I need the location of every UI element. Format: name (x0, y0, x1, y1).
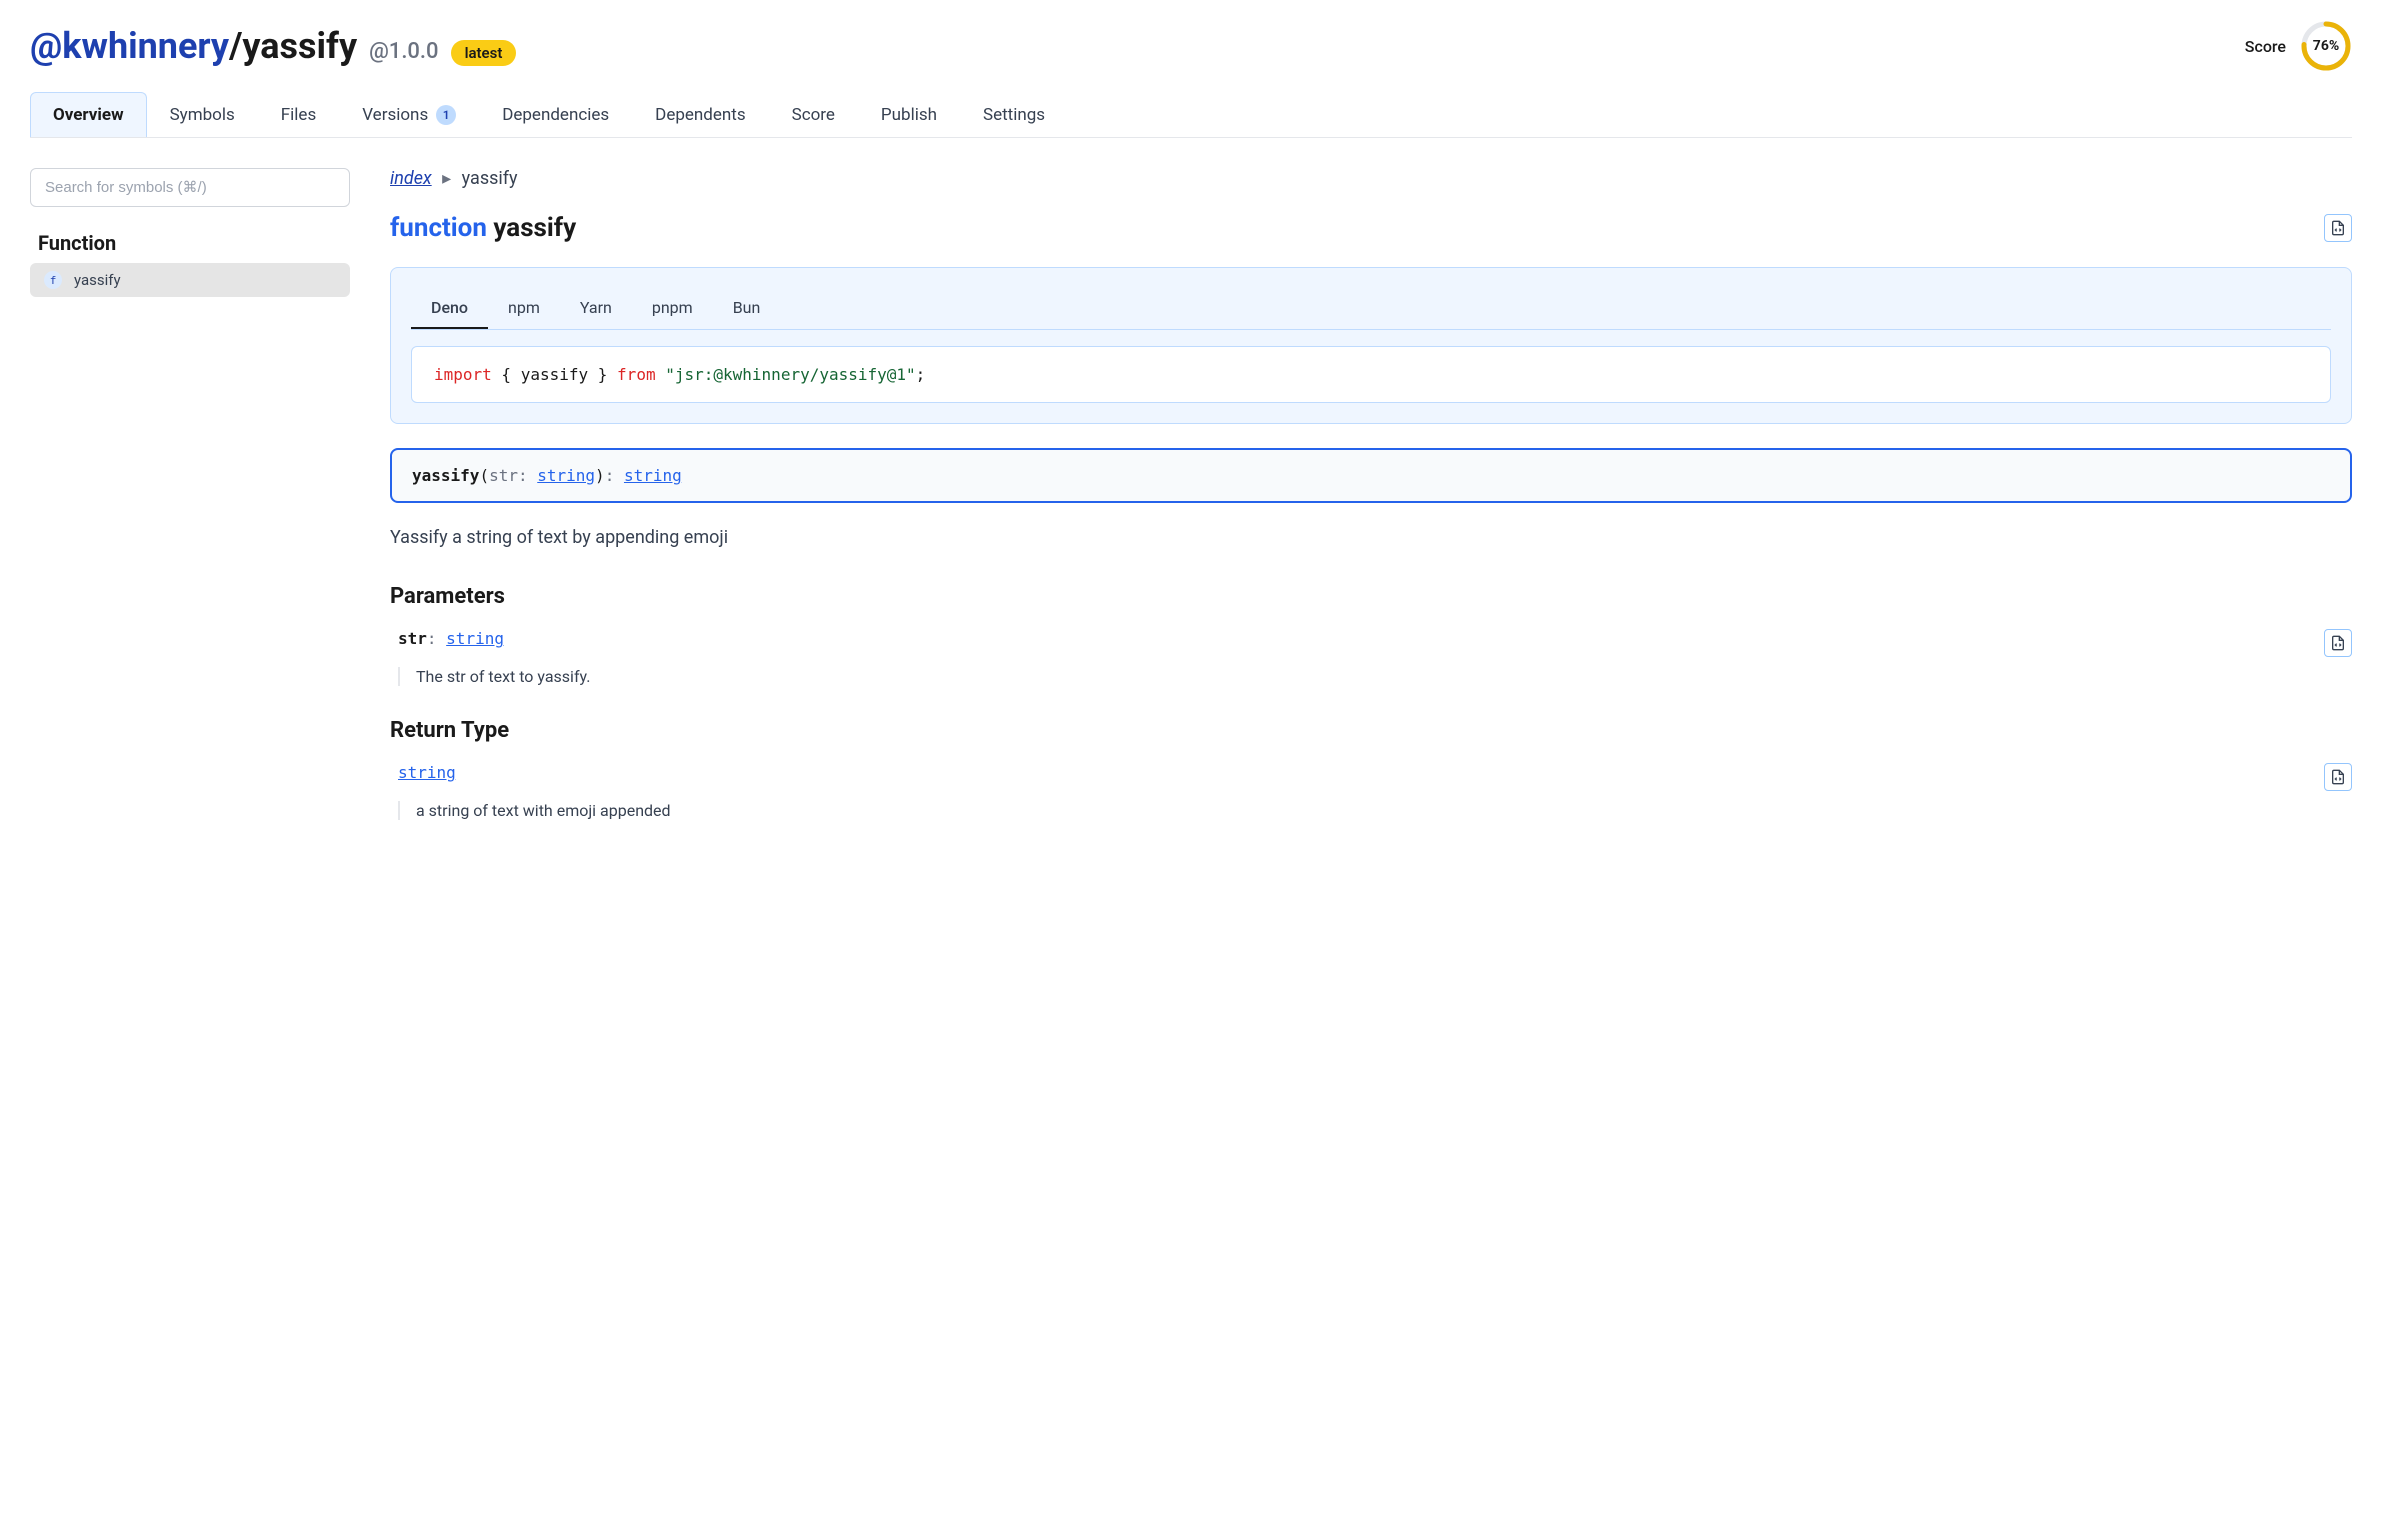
tab-label: Symbols (170, 105, 235, 125)
sidebar-heading-function: Function (30, 231, 350, 255)
return-type-signature: string (390, 763, 456, 782)
return-source-button[interactable] (2324, 763, 2352, 791)
breadcrumb: index ▸ yassify (390, 168, 2352, 189)
tab-label: Score (792, 105, 835, 125)
tab-score[interactable]: Score (769, 92, 858, 137)
param-description: The str of text to yassify. (398, 667, 2352, 686)
return-type-link[interactable]: string (398, 763, 456, 782)
param-type-link[interactable]: string (537, 466, 595, 485)
tab-dependents[interactable]: Dependents (632, 92, 768, 137)
breadcrumb-index-link[interactable]: index (390, 168, 432, 189)
tab-label: Versions (362, 105, 428, 125)
score-container[interactable]: Score 76% (2245, 20, 2352, 72)
import-code-block[interactable]: import { yassify } from "jsr:@kwhinnery/… (411, 346, 2331, 403)
param-name: str (398, 629, 427, 648)
sidebar: Function f yassify (30, 168, 350, 852)
content: index ▸ yassify function yassify (390, 168, 2352, 852)
package-header: @kwhinnery/yassify @1.0.0 latest Score 7… (30, 20, 2352, 72)
scope-link[interactable]: @kwhinnery (30, 25, 229, 67)
tab-overview[interactable]: Overview (30, 92, 147, 137)
keyword-function: function (390, 213, 487, 243)
scope-separator: / (229, 25, 242, 67)
code-tabs: Deno npm Yarn pnpm Bun (411, 288, 2331, 330)
param-signature: str: string (390, 629, 504, 648)
parameters-heading: Parameters (390, 584, 2352, 609)
package-name: @kwhinnery/yassify (30, 25, 357, 67)
view-source-button[interactable] (2324, 214, 2352, 242)
function-tag-icon: f (44, 271, 62, 289)
code-tab-bun[interactable]: Bun (713, 288, 781, 329)
tab-label: Publish (881, 105, 937, 125)
import-code-panel: Deno npm Yarn pnpm Bun import { yassify … (390, 267, 2352, 424)
param-source-button[interactable] (2324, 629, 2352, 657)
package-name-text: yassify (242, 25, 357, 67)
main-tabs: Overview Symbols Files Versions 1 Depend… (30, 92, 2352, 138)
package-version: @1.0.0 (369, 39, 438, 64)
score-value: 76% (2313, 38, 2339, 54)
symbol-title: function yassify (390, 213, 576, 243)
sidebar-symbol-yassify[interactable]: f yassify (30, 263, 350, 297)
param-type-link[interactable]: string (446, 629, 504, 648)
symbol-name-heading: yassify (493, 213, 576, 243)
tab-symbols[interactable]: Symbols (147, 92, 258, 137)
tab-files[interactable]: Files (258, 92, 339, 137)
tab-label: Settings (983, 105, 1045, 125)
sig-name: yassify (412, 466, 479, 485)
tab-label: Files (281, 105, 316, 125)
versions-count-badge: 1 (436, 105, 456, 125)
return-type-link[interactable]: string (624, 466, 682, 485)
symbol-search-input[interactable] (30, 168, 350, 207)
tab-label: Dependents (655, 105, 745, 125)
symbol-header: function yassify (390, 213, 2352, 243)
file-code-icon (2330, 769, 2346, 785)
code-tab-yarn[interactable]: Yarn (560, 288, 632, 329)
return-description: a string of text with emoji appended (398, 801, 2352, 820)
code-tab-pnpm[interactable]: pnpm (632, 288, 713, 329)
score-ring: 76% (2300, 20, 2352, 72)
symbol-name: yassify (74, 271, 121, 289)
tab-dependencies[interactable]: Dependencies (479, 92, 632, 137)
code-keyword-from: from (617, 365, 656, 384)
code-string: "jsr:@kwhinnery/yassify@1" (665, 365, 915, 384)
sig-param: str (489, 466, 518, 485)
return-type-heading: Return Type (390, 718, 2352, 743)
code-tab-deno[interactable]: Deno (411, 288, 488, 329)
tab-settings[interactable]: Settings (960, 92, 1068, 137)
tab-label: Dependencies (502, 105, 609, 125)
main-layout: Function f yassify index ▸ yassify funct… (30, 168, 2352, 852)
tab-publish[interactable]: Publish (858, 92, 960, 137)
file-code-icon (2330, 635, 2346, 651)
breadcrumb-current: yassify (462, 168, 518, 189)
file-code-icon (2330, 220, 2346, 236)
latest-badge: latest (451, 40, 517, 66)
package-title: @kwhinnery/yassify @1.0.0 latest (30, 25, 516, 67)
code-tab-npm[interactable]: npm (488, 288, 560, 329)
signature-box[interactable]: yassify(str: string): string (390, 448, 2352, 503)
param-row: str: string (390, 629, 2352, 657)
score-label: Score (2245, 37, 2286, 56)
tab-label: Overview (53, 105, 124, 125)
symbol-description: Yassify a string of text by appending em… (390, 527, 2352, 548)
tab-versions[interactable]: Versions 1 (339, 92, 479, 137)
breadcrumb-separator-icon: ▸ (442, 168, 451, 189)
code-keyword-import: import (434, 365, 492, 384)
return-type-row: string (390, 763, 2352, 791)
